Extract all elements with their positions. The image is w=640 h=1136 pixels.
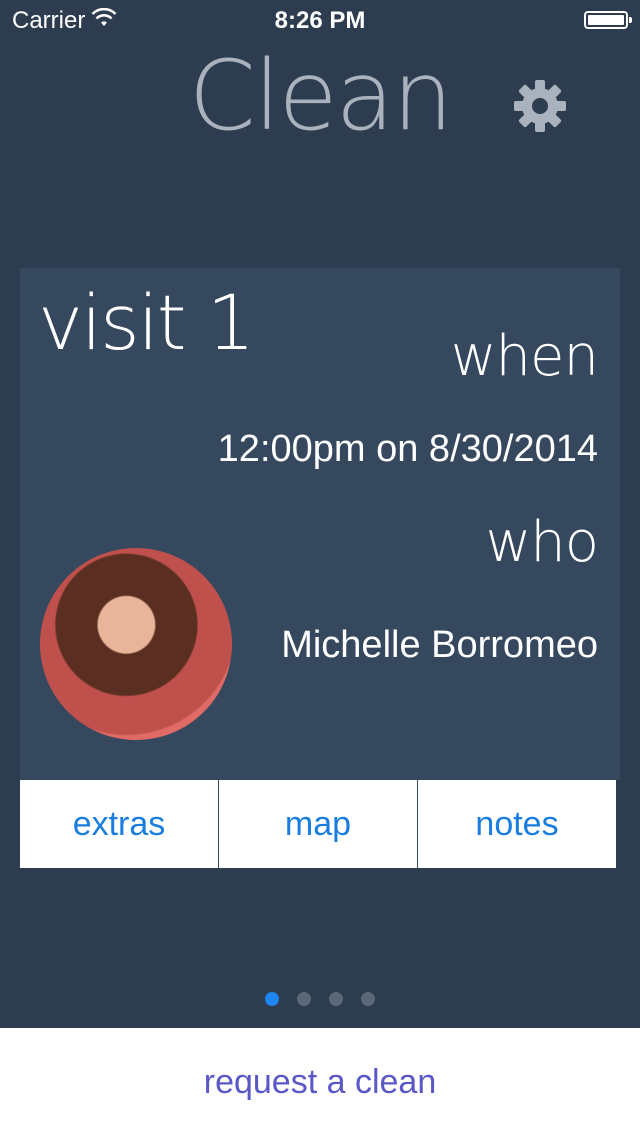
battery-icon [584, 11, 632, 29]
settings-button[interactable] [512, 78, 568, 134]
request-clean-button[interactable]: request a clean [0, 1028, 640, 1136]
visit-title: visit 1 [38, 278, 255, 367]
map-button[interactable]: map [218, 780, 417, 868]
visit-card[interactable]: visit 1 when 12:00pm on 8/30/2014 who Mi… [20, 268, 620, 780]
page-dot-1[interactable] [265, 992, 279, 1006]
status-bar: Carrier 8:26 PM [0, 0, 640, 40]
visit-datetime: 12:00pm on 8/30/2014 [217, 428, 598, 470]
page-dot-3[interactable] [329, 992, 343, 1006]
who-label: who [485, 510, 599, 575]
cleaner-name: Michelle Borromeo [281, 624, 598, 666]
avatar [40, 548, 232, 740]
status-time: 8:26 PM [274, 7, 366, 34]
bottom-bar: request a clean [0, 1028, 640, 1136]
page-dot-4[interactable] [361, 992, 375, 1006]
when-label: when [450, 324, 599, 389]
page-dot-2[interactable] [297, 992, 311, 1006]
extras-button[interactable]: extras [20, 780, 218, 868]
page-indicator[interactable] [0, 992, 640, 1006]
gear-icon [512, 80, 568, 137]
notes-button[interactable]: notes [417, 780, 616, 868]
card-actions: extras map notes [20, 780, 616, 868]
